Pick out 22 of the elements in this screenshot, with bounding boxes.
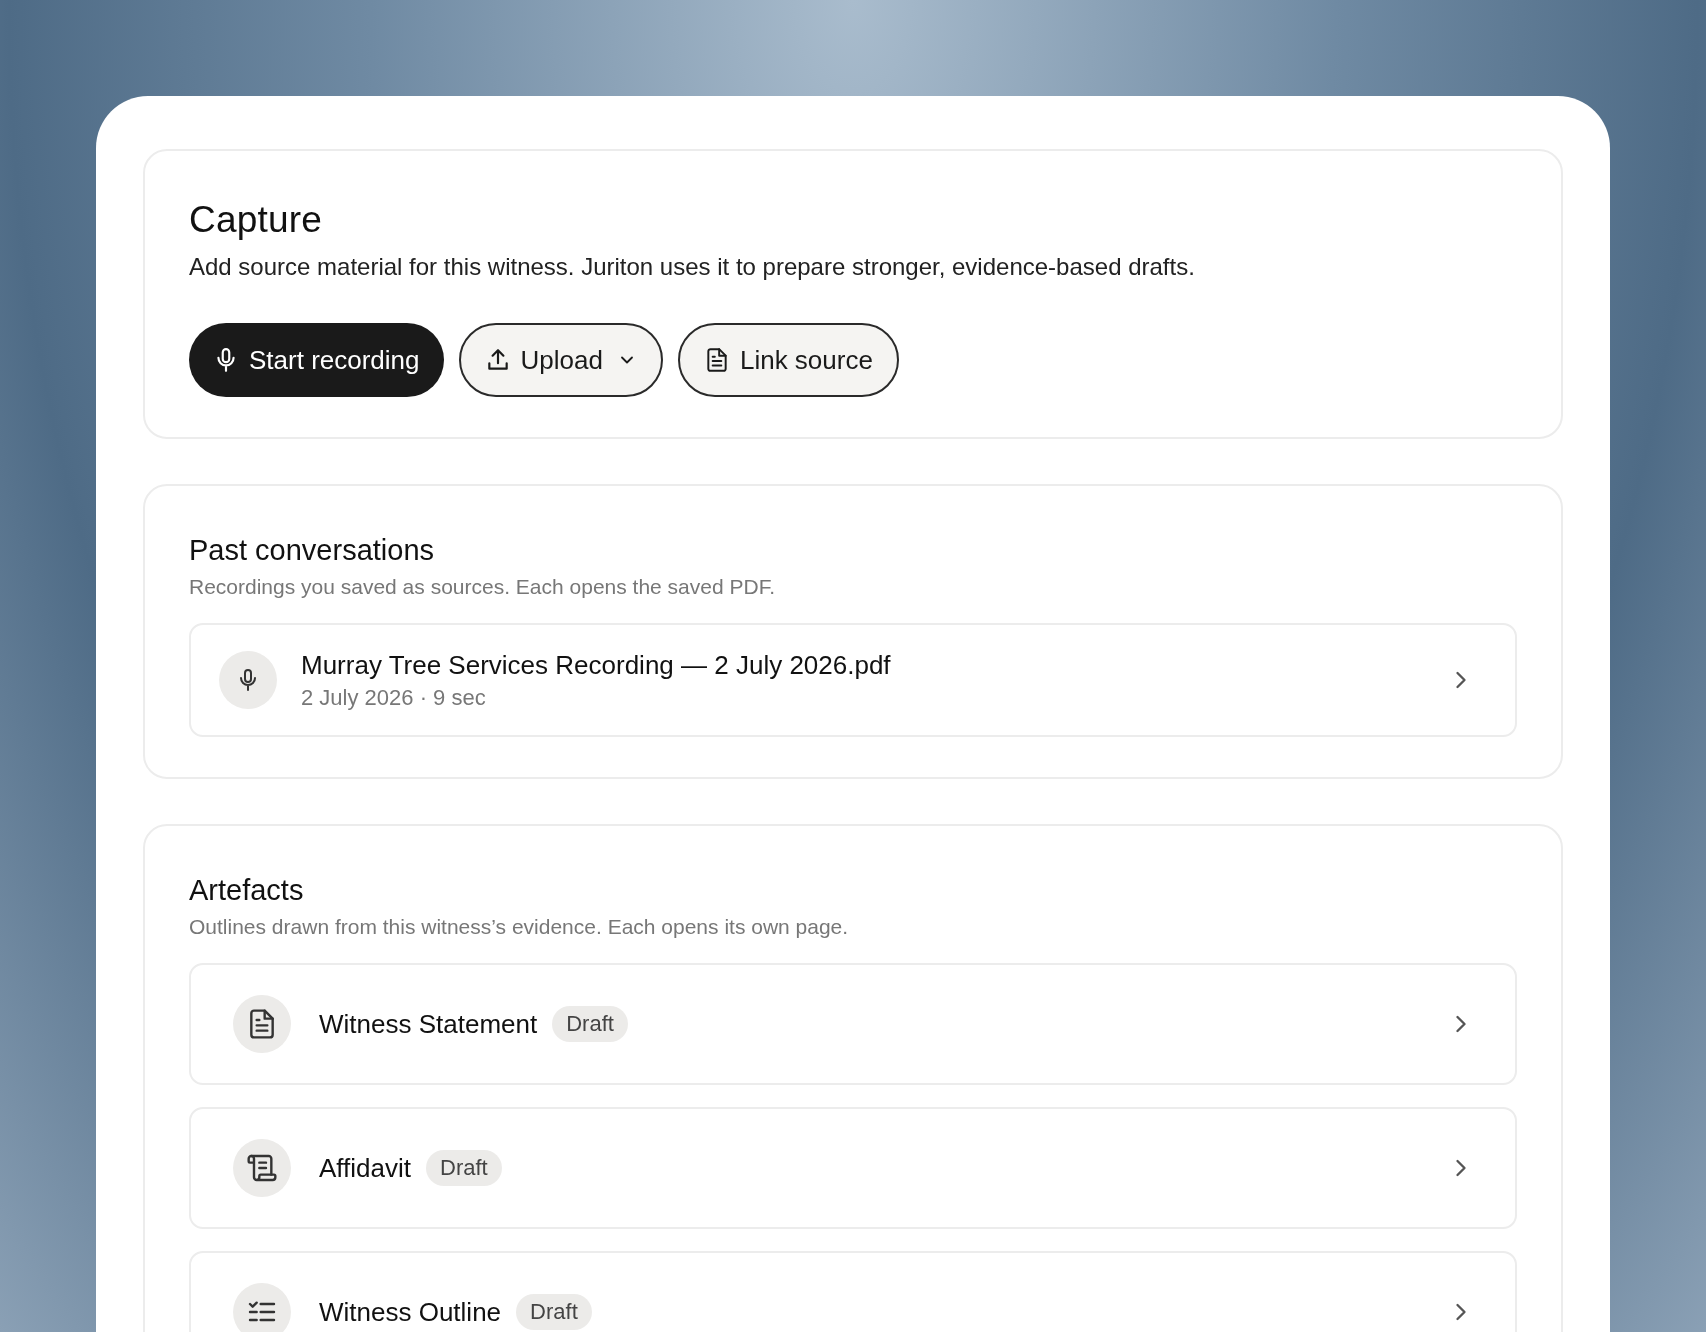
artefact-title: Witness Outline <box>319 1296 502 1328</box>
section-subtitle: Outlines drawn from this witness’s evidence. Each opens its own page. <box>189 915 850 939</box>
artefact-title: Witness Statement <box>319 1008 538 1040</box>
status-badge: Draft <box>426 1150 502 1186</box>
section-title: Artefacts <box>189 874 305 907</box>
artefact-item[interactable]: Witness Outline Draft <box>189 1251 1517 1332</box>
start-recording-button[interactable]: Start recording <box>189 323 444 397</box>
section-title: Capture <box>189 199 324 241</box>
artefact-item[interactable]: Affidavit Draft <box>189 1107 1517 1229</box>
scroll-icon <box>246 1152 278 1184</box>
section-description: Add source material for this witness. Juriton uses it to prepare stronger, evidence-based drafts. <box>189 253 1196 281</box>
link-source-button[interactable]: Link source <box>677 323 899 397</box>
status-badge: Draft <box>516 1294 592 1330</box>
recording-title: Murray Tree Services Recording — 2 July 2026.pdf <box>301 649 892 681</box>
section-title: Past conversations <box>189 534 435 567</box>
upload-button[interactable]: Upload <box>458 323 663 397</box>
recording-meta: 2 July 2026 · 9 sec <box>301 684 487 711</box>
artefact-item[interactable]: Witness Statement Draft <box>189 963 1517 1085</box>
recording-item[interactable]: Murray Tree Services Recording — 2 July 2026.pdf 2 July 2026 · 9 sec <box>189 623 1517 737</box>
status-badge: Draft <box>552 1006 628 1042</box>
artefact-title: Affidavit <box>319 1152 411 1184</box>
section-subtitle: Recordings you saved as sources. Each opens the saved PDF. <box>189 575 776 599</box>
